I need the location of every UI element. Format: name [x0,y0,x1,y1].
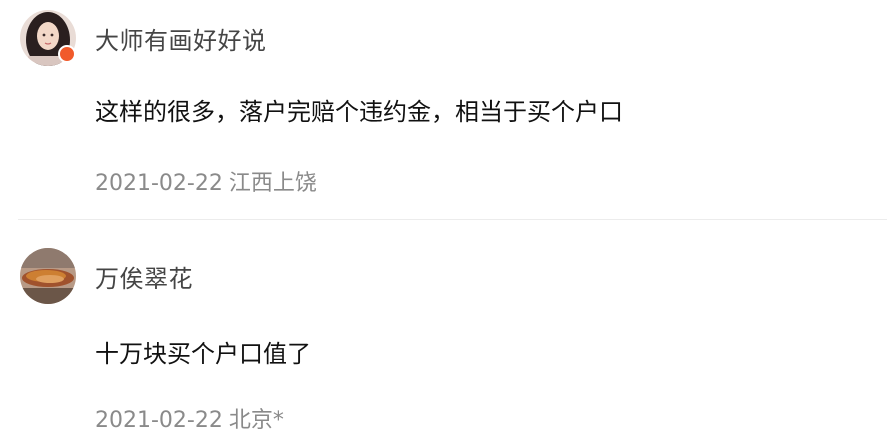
comment-location: 北京* [228,408,284,433]
comment-item: 万俟翠花 十万块买个户口值了 2021-02-22 北京* [0,221,887,435]
comment-text: 十万块买个户口值了 [95,340,311,368]
comment-location: 江西上饶 [228,171,317,196]
comment-meta: 2021-02-22 江西上饶 [95,165,317,197]
comment-meta: 2021-02-22 北京* [95,402,284,434]
username[interactable]: 大师有画好好说 [95,21,267,56]
comment-date: 2021-02-22 [95,171,223,196]
avatar[interactable] [20,248,76,304]
comment-date: 2021-02-22 [95,408,223,433]
username[interactable]: 万俟翠花 [95,259,193,294]
vip-badge-icon [58,45,76,63]
comment-text: 这样的很多，落户完赔个违约金，相当于买个户口 [95,98,623,126]
comment-item: 大师有画好好说 这样的很多，落户完赔个违约金，相当于买个户口 2021-02-2… [0,0,887,220]
divider [18,219,887,220]
food-photo-avatar-icon [20,248,76,304]
